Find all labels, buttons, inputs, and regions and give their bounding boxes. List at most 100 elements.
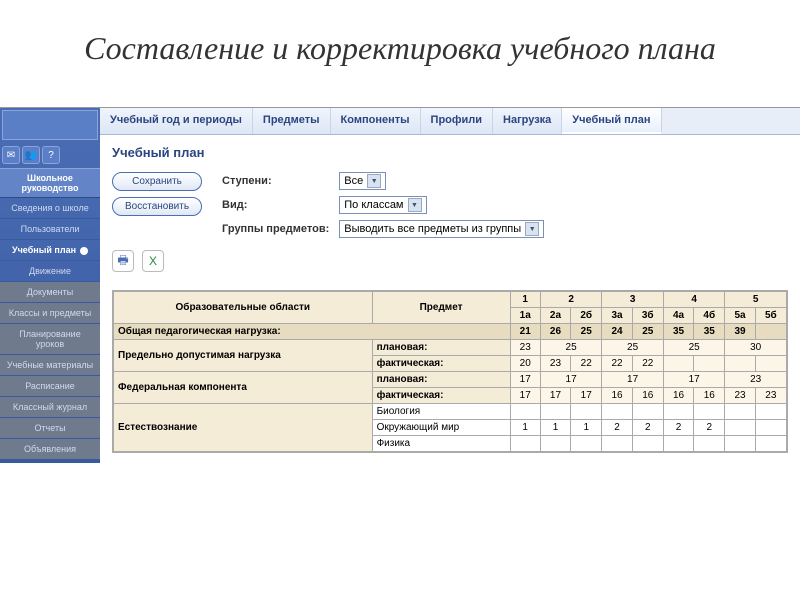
sidebar-item-documents[interactable]: Документы [0,282,100,303]
sidebar-logo [2,110,98,140]
cell[interactable]: 2 [632,420,663,436]
groups-select[interactable]: Выводить все предметы из группы▼ [339,220,544,238]
sidebar-item-curriculum[interactable]: Учебный план [0,240,100,261]
cell[interactable]: 23 [725,388,755,404]
cell[interactable] [571,404,602,420]
cell[interactable]: 17 [510,372,540,388]
cell[interactable]: 24 [602,324,632,340]
cell[interactable]: 39 [725,324,755,340]
tab-profiles[interactable]: Профили [421,108,493,134]
cell[interactable]: 1 [510,420,540,436]
grade-5: 5 [725,292,787,308]
content-area: Учебный план Сохранить Восстановить Ступ… [100,135,800,463]
slide-title: Составление и корректировка учебного пла… [0,0,800,107]
cell[interactable] [632,404,663,420]
cell[interactable] [755,356,786,372]
cell[interactable] [663,356,693,372]
cell[interactable]: 22 [571,356,602,372]
cell[interactable]: 17 [540,388,570,404]
cell[interactable] [510,436,540,452]
cell[interactable]: 16 [632,388,663,404]
sidebar-item-reports[interactable]: Отчеты [0,418,100,439]
sidebar-item-lesson-planning[interactable]: Планирование уроков [0,324,100,355]
cell[interactable]: 1 [540,420,570,436]
cell[interactable]: 25 [602,340,664,356]
restore-button[interactable]: Восстановить [112,197,202,216]
cell[interactable] [540,404,570,420]
class-cell: 4а [663,308,693,324]
cell[interactable] [725,356,755,372]
sidebar-item-materials[interactable]: Учебные материалы [0,355,100,376]
cell[interactable] [510,404,540,420]
cell[interactable]: 35 [694,324,725,340]
cell[interactable] [694,436,725,452]
cell[interactable] [632,436,663,452]
cell[interactable]: 23 [755,388,786,404]
cell[interactable] [694,404,725,420]
tab-subjects[interactable]: Предметы [253,108,331,134]
cell[interactable]: 25 [571,324,602,340]
cell[interactable] [571,436,602,452]
cell[interactable]: 2 [694,420,725,436]
cell[interactable]: 30 [725,340,787,356]
cell[interactable]: 17 [510,388,540,404]
cell[interactable]: 25 [663,340,725,356]
cell[interactable] [725,420,755,436]
cell[interactable] [602,436,632,452]
tab-curriculum[interactable]: Учебный план [562,108,661,134]
cell[interactable]: 2 [602,420,632,436]
cell[interactable]: 22 [602,356,632,372]
print-icon[interactable]: 🖶 [112,250,134,272]
cell[interactable] [755,404,786,420]
users-icon[interactable]: 👥 [22,146,40,164]
cell[interactable]: 17 [571,388,602,404]
save-button[interactable]: Сохранить [112,172,202,191]
sidebar-item-journal[interactable]: Классный журнал [0,397,100,418]
cell[interactable] [602,404,632,420]
cell[interactable]: 2 [663,420,693,436]
sidebar-item-users[interactable]: Пользователи [0,219,100,240]
sidebar-item-announcements[interactable]: Объявления [0,439,100,460]
cell[interactable] [755,324,786,340]
cell[interactable] [663,436,693,452]
cell[interactable]: 17 [602,372,664,388]
cell[interactable]: 35 [663,324,693,340]
cell[interactable] [725,404,755,420]
cell[interactable]: 23 [540,356,570,372]
cell[interactable] [663,404,693,420]
type-select[interactable]: По классам▼ [339,196,426,214]
cell[interactable]: 1 [571,420,602,436]
excel-icon[interactable]: X [142,250,164,272]
sidebar-item-schedule[interactable]: Расписание [0,376,100,397]
cell[interactable]: 25 [632,324,663,340]
steps-select[interactable]: Все▼ [339,172,386,190]
cell[interactable] [725,436,755,452]
cell[interactable]: 16 [694,388,725,404]
help-icon[interactable]: ? [42,146,60,164]
cell[interactable] [755,420,786,436]
cell[interactable] [694,356,725,372]
cell[interactable]: 16 [602,388,632,404]
cell[interactable]: 17 [663,372,725,388]
steps-label: Ступени: [222,175,329,187]
cell[interactable]: 22 [632,356,663,372]
cell[interactable]: 23 [725,372,787,388]
cell[interactable]: 26 [540,324,570,340]
tab-components[interactable]: Компоненты [331,108,421,134]
cell[interactable]: 21 [510,324,540,340]
sidebar-item-movement[interactable]: Движение [0,261,100,282]
cell[interactable]: 23 [510,340,540,356]
tab-load[interactable]: Нагрузка [493,108,562,134]
mail-icon[interactable]: ✉ [2,146,20,164]
sidebar-item-classes[interactable]: Классы и предметы [0,303,100,324]
cell[interactable]: 17 [540,372,602,388]
class-cell: 3б [632,308,663,324]
cell[interactable]: 16 [663,388,693,404]
row-sublabel: плановая: [372,340,510,356]
tab-year-periods[interactable]: Учебный год и периоды [100,108,253,134]
cell[interactable] [755,436,786,452]
cell[interactable]: 25 [540,340,602,356]
sidebar-item-school-info[interactable]: Сведения о школе [0,198,100,219]
cell[interactable] [540,436,570,452]
cell[interactable]: 20 [510,356,540,372]
